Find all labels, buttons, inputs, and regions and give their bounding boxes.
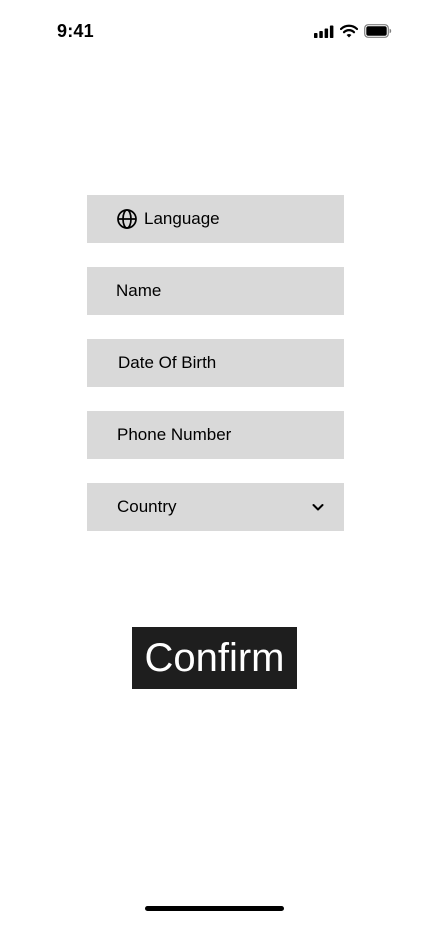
language-label: Language [144, 209, 220, 228]
date-of-birth-label: Date Of Birth [118, 353, 217, 372]
phone-number-field[interactable]: Phone Number [87, 411, 344, 459]
country-label: Country [117, 497, 177, 516]
status-time: 9:41 [57, 21, 94, 41]
date-of-birth-field[interactable]: Date Of Birth [87, 339, 344, 387]
confirm-button[interactable]: Confirm [132, 627, 297, 689]
wifi-icon [339, 24, 359, 43]
name-label: Name [116, 281, 162, 300]
globe-icon [116, 208, 138, 230]
phone-number-label: Phone Number [117, 425, 232, 444]
name-field[interactable]: Name [87, 267, 344, 315]
battery-icon [364, 24, 392, 43]
chevron-down-icon [311, 500, 325, 514]
country-dropdown[interactable]: Country [87, 483, 344, 531]
language-selector[interactable]: Language [87, 195, 344, 243]
home-indicator [145, 906, 284, 911]
status-icons [314, 24, 392, 43]
cellular-signal-icon [314, 25, 334, 43]
